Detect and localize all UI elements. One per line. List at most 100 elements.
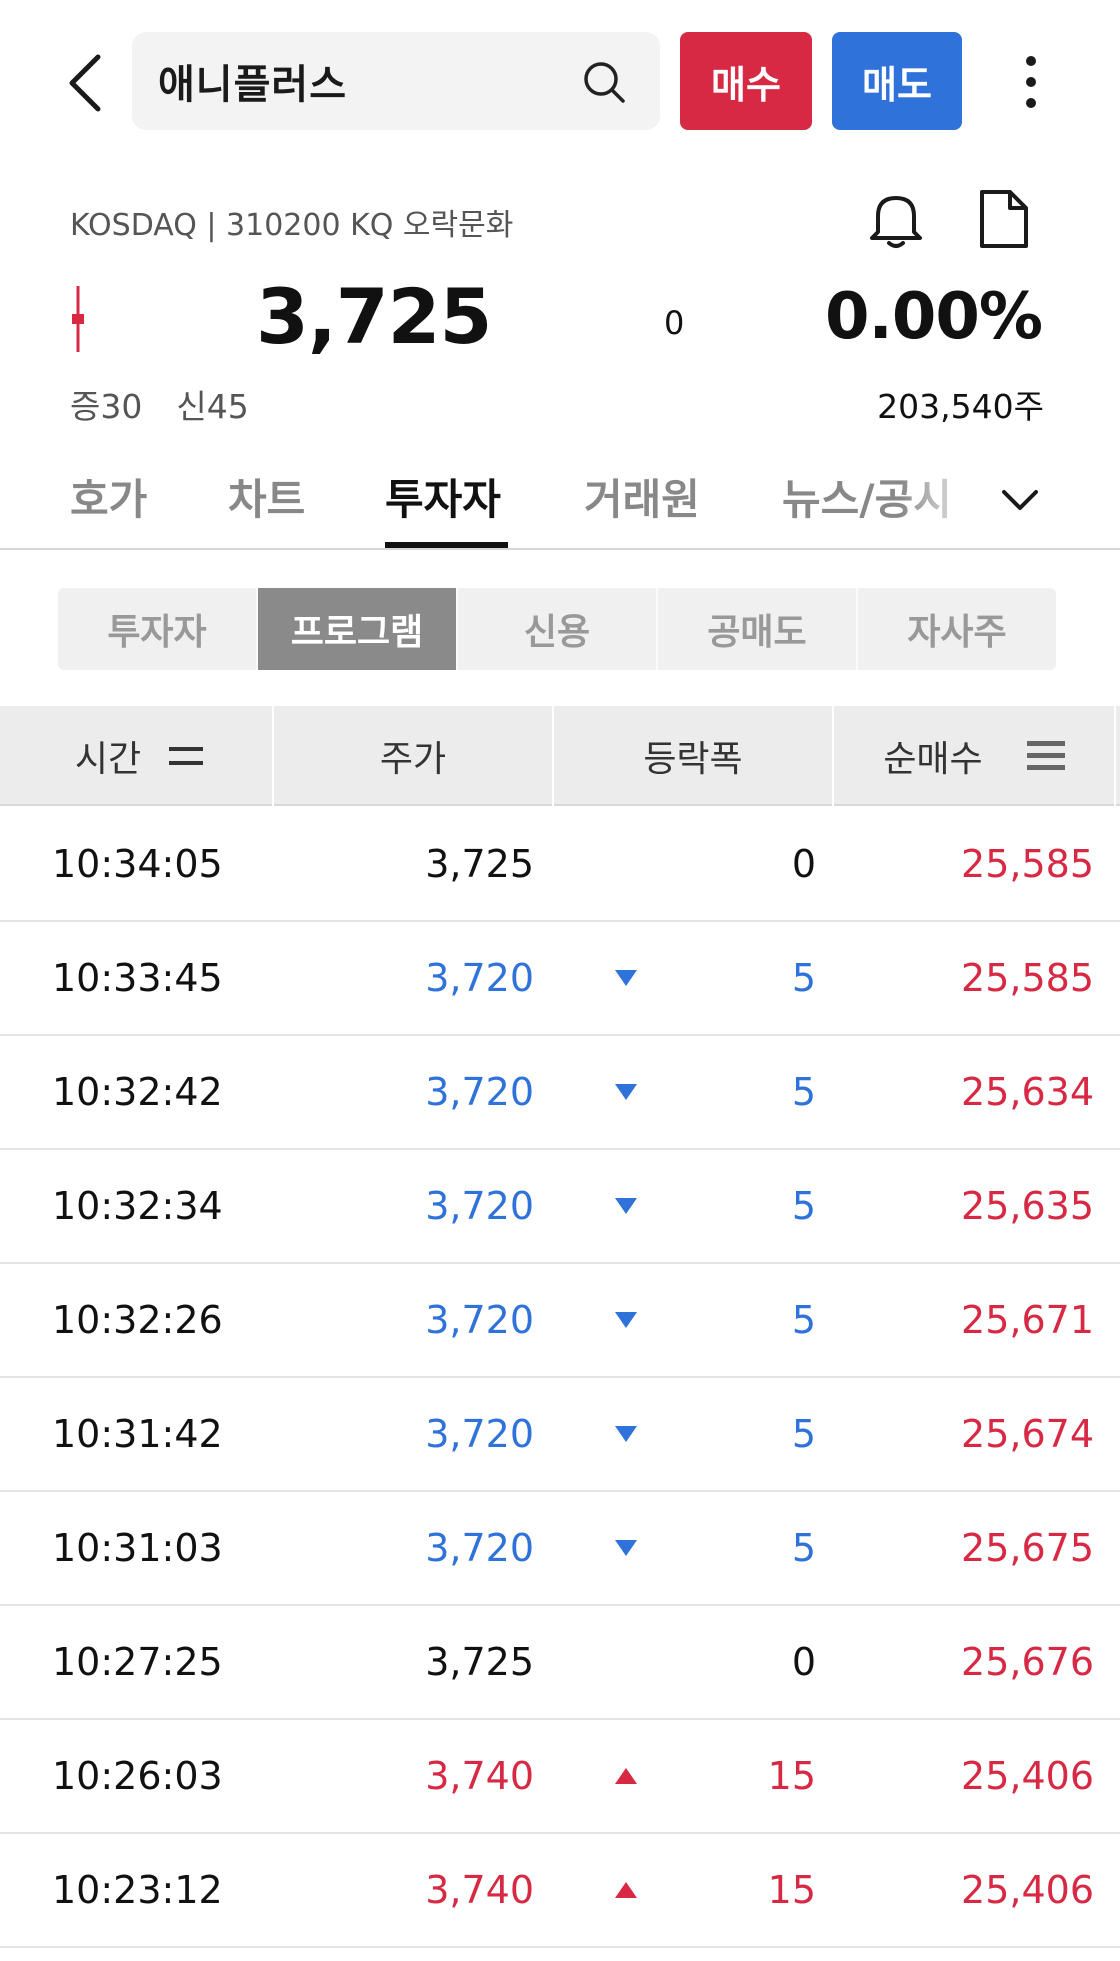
margin-credit-info: 증30 신45: [70, 380, 249, 428]
row-direction: [613, 1150, 639, 1262]
price-change: 0: [664, 304, 685, 342]
row-time: 10:33:45: [52, 956, 223, 1000]
row-price: 3,740: [425, 1754, 534, 1798]
sub-tabs: 투자자 프로그램 신용 공매도 자사주: [58, 588, 1056, 670]
row-direction: [613, 1378, 639, 1490]
row-change: 5: [791, 1412, 816, 1456]
table-row[interactable]: 10:32:42 3,720 5 25,634: [0, 1036, 1120, 1150]
table-row[interactable]: 10:31:03 3,720 5 25,675: [0, 1492, 1120, 1606]
stock-search-box[interactable]: 애니플러스: [132, 32, 660, 130]
buy-button[interactable]: 매수: [680, 32, 812, 130]
row-change: 5: [791, 1298, 816, 1342]
row-net-buy: 25,634: [961, 1070, 1094, 1114]
row-price: 3,740: [425, 1868, 534, 1912]
down-arrow-icon: [615, 1312, 637, 1328]
column-net-buy[interactable]: 순매수: [834, 706, 1114, 806]
tab-investor[interactable]: 투자자: [385, 466, 501, 527]
column-price: 주가: [379, 739, 447, 780]
program-trade-table: 10:34:05 3,725 0 25,585 10:33:45 3,720 5 25,585…: [0, 808, 1120, 1948]
tab-fade: [900, 448, 980, 548]
row-time: 10:32:42: [52, 1070, 223, 1114]
row-price: 3,720: [425, 1070, 534, 1114]
row-net-buy: 25,406: [961, 1868, 1094, 1912]
change-rate: 0.00%: [824, 280, 1043, 354]
row-change: 5: [791, 956, 816, 1000]
table-row[interactable]: 10:32:26 3,720 5 25,671: [0, 1264, 1120, 1378]
row-direction: [613, 1492, 639, 1604]
down-arrow-icon: [615, 970, 637, 986]
credit-rate: 신45: [176, 387, 249, 426]
down-arrow-icon: [615, 1426, 637, 1442]
menu-icon[interactable]: [1026, 738, 1065, 774]
row-time: 10:26:03: [52, 1754, 223, 1798]
main-tabs: 호가 차트 투자자 거래원 뉴스/공시: [0, 448, 1120, 550]
row-time: 10:31:03: [52, 1526, 223, 1570]
row-price: 3,725: [425, 1640, 534, 1684]
row-change: 15: [767, 1868, 816, 1912]
candle-icon: [72, 286, 84, 352]
row-price: 3,720: [425, 1184, 534, 1228]
row-price: 3,720: [425, 1412, 534, 1456]
segment-program[interactable]: 프로그램: [258, 588, 458, 670]
back-button[interactable]: [56, 48, 112, 118]
row-net-buy: 25,406: [961, 1754, 1094, 1798]
segment-investor[interactable]: 투자자: [58, 588, 258, 670]
table-row[interactable]: 10:31:42 3,720 5 25,674: [0, 1378, 1120, 1492]
row-time: 10:23:12: [52, 1868, 223, 1912]
document-icon[interactable]: [978, 188, 1030, 250]
column-time[interactable]: 시간: [0, 706, 272, 806]
row-price: 3,720: [425, 956, 534, 1000]
up-arrow-icon: [615, 1882, 637, 1898]
segment-treasury-stock[interactable]: 자사주: [858, 588, 1056, 670]
top-bar: 애니플러스 매수 매도: [0, 0, 1120, 160]
more-vertical-icon[interactable]: [1010, 46, 1052, 118]
segment-credit[interactable]: 신용: [458, 588, 658, 670]
row-price: 3,720: [425, 1526, 534, 1570]
active-tab-indicator: [385, 542, 508, 548]
table-row[interactable]: 10:33:45 3,720 5 25,585: [0, 922, 1120, 1036]
chevron-down-icon[interactable]: [998, 478, 1042, 522]
row-net-buy: 25,676: [961, 1640, 1094, 1684]
margin-rate: 증30: [70, 387, 143, 426]
down-arrow-icon: [615, 1084, 637, 1100]
row-change: 5: [791, 1184, 816, 1228]
sort-icon[interactable]: [167, 741, 205, 771]
table-row[interactable]: 10:32:34 3,720 5 25,635: [0, 1150, 1120, 1264]
row-direction: [613, 808, 639, 920]
current-price: 3,725: [256, 272, 492, 361]
table-row[interactable]: 10:27:25 3,725 0 25,676: [0, 1606, 1120, 1720]
tab-broker[interactable]: 거래원: [584, 466, 700, 527]
row-net-buy: 25,585: [961, 956, 1094, 1000]
down-arrow-icon: [615, 1198, 637, 1214]
row-time: 10:32:34: [52, 1184, 223, 1228]
sell-button[interactable]: 매도: [832, 32, 962, 130]
row-net-buy: 25,674: [961, 1412, 1094, 1456]
row-change: 5: [791, 1526, 816, 1570]
row-price: 3,720: [425, 1298, 534, 1342]
row-net-buy: 25,635: [961, 1184, 1094, 1228]
market-info: KOSDAQ | 310200 KQ 오락문화: [70, 208, 514, 243]
table-row[interactable]: 10:34:05 3,725 0 25,585: [0, 808, 1120, 922]
search-icon[interactable]: [582, 60, 626, 104]
column-change: 등락폭: [643, 739, 743, 780]
row-change: 0: [791, 842, 816, 886]
table-row[interactable]: 10:26:03 3,740 15 25,406: [0, 1720, 1120, 1834]
row-direction: [613, 1834, 639, 1946]
trading-volume: 203,540주: [877, 387, 1044, 426]
table-row[interactable]: 10:23:12 3,740 15 25,406: [0, 1834, 1120, 1948]
row-price: 3,725: [425, 842, 534, 886]
row-change: 0: [791, 1640, 816, 1684]
row-direction: [613, 922, 639, 1034]
row-net-buy: 25,585: [961, 842, 1094, 886]
row-change: 15: [767, 1754, 816, 1798]
table-header: 시간 주가 등락폭 순매수: [0, 706, 1120, 806]
tab-orderbook[interactable]: 호가: [70, 466, 147, 527]
bell-icon[interactable]: [866, 188, 926, 250]
segment-short-selling[interactable]: 공매도: [658, 588, 858, 670]
row-time: 10:31:42: [52, 1412, 223, 1456]
tab-chart[interactable]: 차트: [228, 466, 305, 527]
row-time: 10:34:05: [52, 842, 223, 886]
row-time: 10:32:26: [52, 1298, 223, 1342]
row-time: 10:27:25: [52, 1640, 223, 1684]
row-direction: [613, 1606, 639, 1718]
